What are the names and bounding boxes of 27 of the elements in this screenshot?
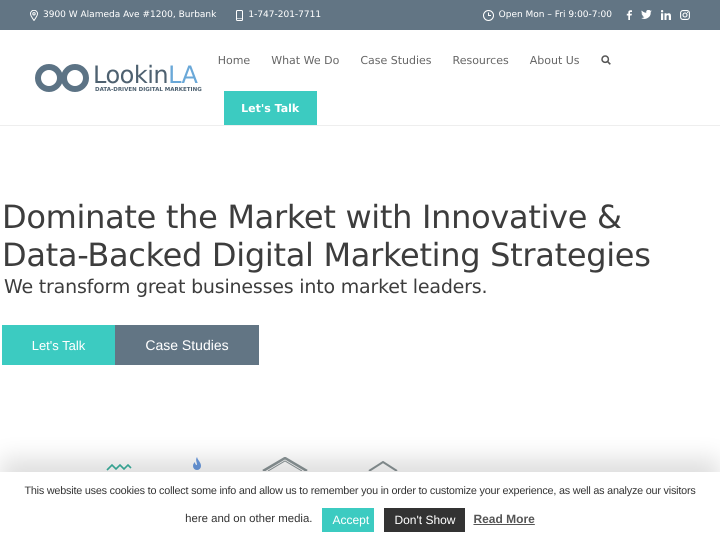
hero-subheadline: We transform great businesses into market leaders. [4,276,488,298]
search-icon[interactable] [600,54,611,65]
clock-icon [482,10,494,20]
phone-text: 1-747-201-7711 [248,10,322,20]
infinity-logo-icon [35,63,89,93]
facebook-icon[interactable] [626,10,632,20]
nav-link[interactable]: Case Studies [360,52,432,67]
hero-headline: Dominate the Market with Innovative & Data-Backed Digital Marketing Strategies [2,198,652,274]
location-pin-icon [30,10,38,20]
hours-text: Open Mon – Fri 9:00-7:00 [498,10,612,20]
logo-text: LookinLA [93,63,198,87]
cookie-message: here and on other media. [185,512,312,527]
twitter-icon[interactable] [641,10,652,19]
cookie-message: This website uses cookies to collect some info and allow us to remember you in order to customize your experience, as well as analyze our visitors [24,484,696,499]
phone-icon [236,10,244,20]
address-text: 3900 W Alameda Ave #1200, Burbank [43,10,216,20]
case-studies-button[interactable]: Case Studies [115,325,259,365]
linkedin-icon[interactable] [661,10,671,20]
nav-link[interactable]: Home [218,52,250,67]
nav-link[interactable]: About Us [530,52,580,67]
flame-icon [192,457,202,471]
nav-link[interactable]: What We Do [271,52,340,67]
instagram-icon[interactable] [680,10,690,20]
zigzag-logo-icon [106,463,132,471]
read-more-link[interactable]: Read More [473,507,535,532]
nav-link[interactable]: Resources [452,52,509,67]
dont-show-button[interactable]: Don't Show [384,508,466,532]
